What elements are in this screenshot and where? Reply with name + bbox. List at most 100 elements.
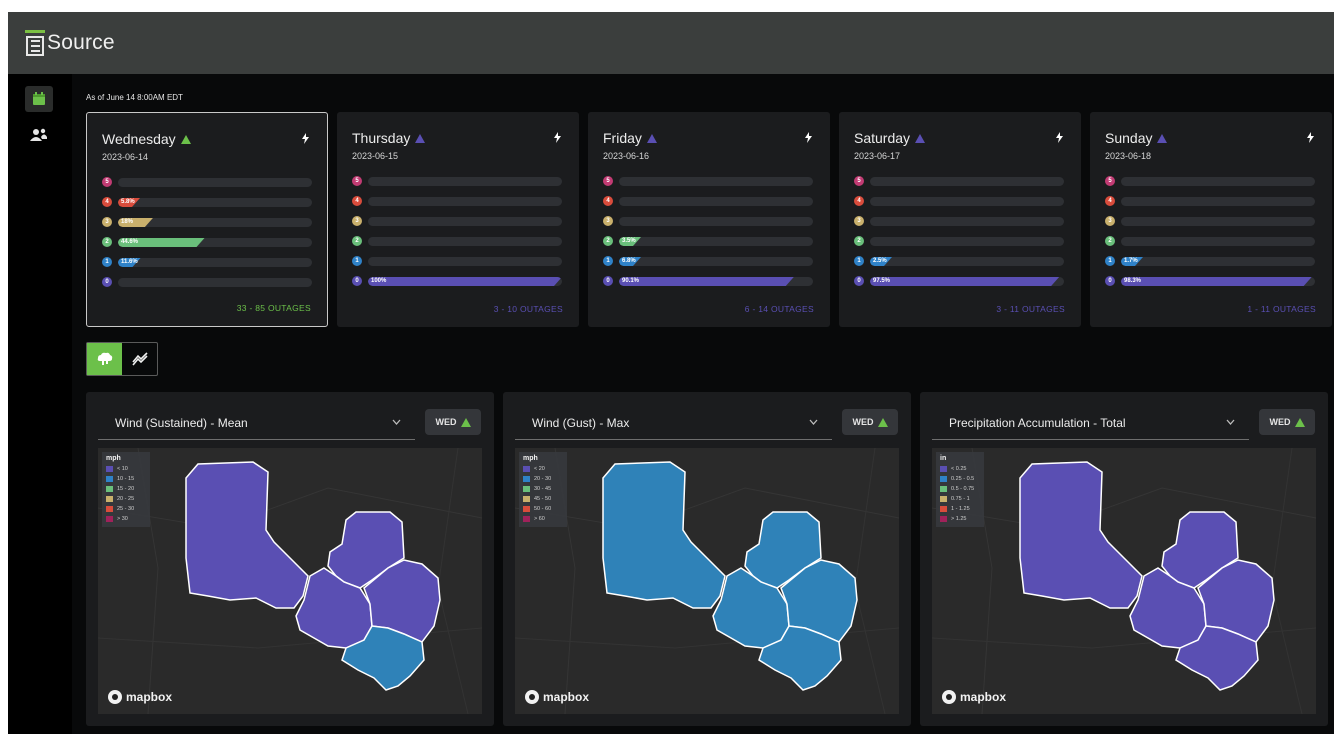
metric-select[interactable]: Wind (Sustained) - Mean bbox=[98, 410, 415, 440]
legend-item: 45 - 50 bbox=[523, 494, 563, 504]
level-badge: 0 bbox=[102, 277, 112, 287]
level-badge: 5 bbox=[854, 176, 864, 186]
map-canvas[interactable]: mph < 20 20 - 30 30 - 45 45 - 50 50 - 60 > 60 m… bbox=[515, 448, 899, 714]
legend-label: 15 - 20 bbox=[117, 486, 135, 492]
map-view-button[interactable] bbox=[87, 343, 122, 375]
legend-item: > 1.25 bbox=[940, 514, 980, 524]
level-row-2: 2 44.6% bbox=[102, 236, 312, 248]
level-badge: 1 bbox=[352, 256, 362, 266]
trend-up-icon bbox=[877, 417, 888, 427]
metric-select[interactable]: Wind (Gust) - Max bbox=[515, 410, 832, 440]
map-canvas[interactable]: in < 0.25 0.25 - 0.5 0.5 - 0.75 0.75 - 1 1 - … bbox=[932, 448, 1316, 714]
level-bar-track bbox=[368, 217, 562, 226]
logo[interactable]: Source bbox=[25, 27, 115, 59]
map-panel: Precipitation Accumulation - Total WED in <… bbox=[920, 392, 1328, 726]
users-icon bbox=[30, 128, 47, 141]
day-card-sunday[interactable]: Sunday 2023-06-18 5 4 3 2 1 1.7% 0 98.3% 1 - 11 OU… bbox=[1090, 112, 1332, 327]
mapbox-label: mapbox bbox=[543, 690, 590, 704]
mapbox-label: mapbox bbox=[126, 690, 173, 704]
legend-label: > 1.25 bbox=[951, 516, 967, 522]
level-bar-fill bbox=[1121, 277, 1312, 286]
legend-swatch bbox=[523, 496, 530, 502]
level-percent: 44.6% bbox=[121, 239, 139, 245]
chart-view-button[interactable] bbox=[122, 343, 157, 375]
level-row-3: 3 bbox=[603, 215, 813, 227]
map-day-button[interactable]: WED bbox=[1259, 409, 1315, 435]
day-date: 2023-06-18 bbox=[1105, 151, 1152, 161]
level-row-2: 2 bbox=[854, 235, 1064, 247]
level-row-4: 4 bbox=[1105, 195, 1315, 207]
level-badge: 0 bbox=[854, 276, 864, 286]
mapbox-attribution[interactable]: mapbox bbox=[525, 690, 589, 704]
chart-icon bbox=[131, 352, 148, 366]
chevron-down-icon bbox=[1226, 416, 1235, 428]
level-badge: 5 bbox=[603, 176, 613, 186]
level-badge: 2 bbox=[102, 237, 112, 247]
outage-bolt-icon bbox=[1056, 130, 1063, 148]
level-badge: 2 bbox=[352, 236, 362, 246]
level-bar-track: 18% bbox=[118, 218, 312, 227]
level-percent: 5.8% bbox=[121, 199, 135, 205]
sidebar-item-calendar[interactable] bbox=[25, 86, 53, 112]
day-card-friday[interactable]: Friday 2023-06-16 5 4 3 2 3.5% 1 6.8% 0 90.1% 6 - 1… bbox=[588, 112, 830, 327]
level-badge: 3 bbox=[603, 216, 613, 226]
map-legend: mph < 20 20 - 30 30 - 45 45 - 50 50 - 60 > 60 bbox=[519, 452, 567, 527]
level-row-3: 3 bbox=[1105, 215, 1315, 227]
day-date: 2023-06-16 bbox=[603, 151, 650, 161]
legend-swatch bbox=[106, 486, 113, 492]
outage-bolt-icon bbox=[1307, 130, 1314, 148]
legend-label: 1 - 1.25 bbox=[951, 506, 970, 512]
level-row-5: 5 bbox=[603, 175, 813, 187]
map-day-label: WED bbox=[852, 417, 874, 427]
calendar-icon bbox=[33, 92, 45, 105]
day-card-wednesday[interactable]: Wednesday 2023-06-14 5 4 5.8% 3 18% 2 44.6% 1 11.6… bbox=[86, 112, 328, 327]
legend-label: < 0.25 bbox=[951, 466, 967, 472]
day-card-saturday[interactable]: Saturday 2023-06-17 5 4 3 2 1 2.5% 0 97.5% 3 - 11 … bbox=[839, 112, 1081, 327]
map-day-button[interactable]: WED bbox=[842, 409, 898, 435]
level-percent: 100% bbox=[371, 278, 387, 284]
level-row-3: 3 bbox=[352, 215, 562, 227]
legend-item: 30 - 45 bbox=[523, 484, 563, 494]
map-day-button[interactable]: WED bbox=[425, 409, 481, 435]
service-region-1[interactable] bbox=[185, 461, 309, 609]
legend-item: 10 - 15 bbox=[106, 474, 146, 484]
day-name: Thursday bbox=[352, 130, 426, 146]
legend-item: 20 - 30 bbox=[523, 474, 563, 484]
legend-item: > 30 bbox=[106, 514, 146, 524]
map-panel: Wind (Gust) - Max WED mph < 20 20 - 30 30 - 4… bbox=[503, 392, 911, 726]
level-bar-track: 3.5% bbox=[619, 237, 813, 246]
mapbox-attribution[interactable]: mapbox bbox=[942, 690, 1006, 704]
day-card-thursday[interactable]: Thursday 2023-06-15 5 4 3 2 1 0 100% 3 - 10 OUTAG… bbox=[337, 112, 579, 327]
map-day-label: WED bbox=[1269, 417, 1291, 427]
chevron-down-icon bbox=[809, 416, 818, 428]
level-badge: 2 bbox=[603, 236, 613, 246]
view-toggle bbox=[86, 342, 158, 376]
legend-swatch bbox=[106, 516, 113, 522]
sidebar-item-users[interactable] bbox=[25, 122, 53, 148]
mapbox-attribution[interactable]: mapbox bbox=[108, 690, 172, 704]
level-badge: 1 bbox=[102, 257, 112, 267]
service-region-1[interactable] bbox=[1019, 461, 1143, 609]
legend-swatch bbox=[106, 496, 113, 502]
day-name: Friday bbox=[603, 130, 657, 146]
level-badge: 4 bbox=[352, 196, 362, 206]
level-row-4: 4 bbox=[603, 195, 813, 207]
trend-up-icon bbox=[915, 133, 926, 143]
level-badge: 4 bbox=[854, 196, 864, 206]
level-bar-track bbox=[368, 237, 562, 246]
level-row-3: 3 18% bbox=[102, 216, 312, 228]
legend-label: > 60 bbox=[534, 516, 545, 522]
level-row-2: 2 bbox=[1105, 235, 1315, 247]
outage-range: 33 - 85 OUTAGES bbox=[236, 303, 311, 313]
level-badge: 0 bbox=[1105, 276, 1115, 286]
app-window: Source As of June 14 8:00AM EDT Wednesda… bbox=[8, 12, 1334, 734]
level-badge: 5 bbox=[1105, 176, 1115, 186]
legend-swatch bbox=[940, 506, 947, 512]
metric-select[interactable]: Precipitation Accumulation - Total bbox=[932, 410, 1249, 440]
outage-bolt-icon bbox=[302, 131, 309, 149]
level-row-5: 5 bbox=[102, 176, 312, 188]
service-region-1[interactable] bbox=[602, 461, 726, 609]
legend-label: 20 - 30 bbox=[534, 476, 552, 482]
legend-label: 0.25 - 0.5 bbox=[951, 476, 975, 482]
map-canvas[interactable]: mph < 10 10 - 15 15 - 20 20 - 25 25 - 30 > 30 m… bbox=[98, 448, 482, 714]
